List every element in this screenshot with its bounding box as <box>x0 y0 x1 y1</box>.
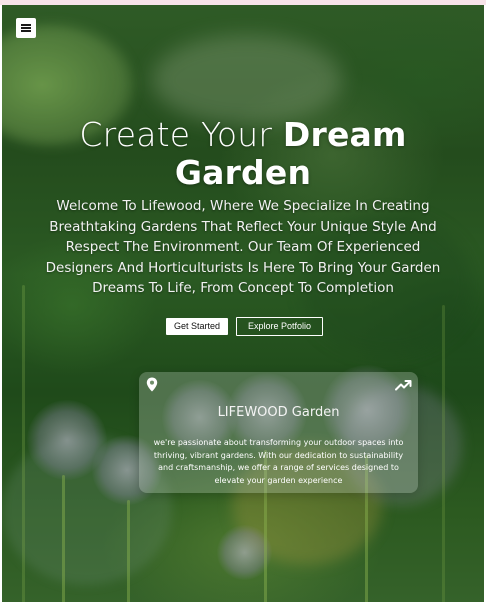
get-started-button[interactable]: Get Started <box>166 318 228 335</box>
hero-description: Welcome To Lifewood, Where We Specialize… <box>45 198 441 297</box>
info-card: LIFEWOOD Garden we're passionate about t… <box>139 372 418 493</box>
headline-light-text: Create Your <box>79 115 283 154</box>
trending-up-icon <box>395 380 412 391</box>
flower-stem <box>22 285 25 602</box>
card-description: we're passionate about transforming your… <box>153 438 404 485</box>
headline-bold-text: Dream <box>282 115 407 154</box>
hero-background <box>2 5 484 602</box>
card-title: LIFEWOOD Garden <box>217 405 340 420</box>
flower-stem <box>62 475 65 602</box>
hero-headline: Create Your Dream Garden <box>0 116 486 192</box>
explore-portfolio-button[interactable]: Explore Potfolio <box>236 317 323 336</box>
location-pin-icon <box>146 377 158 392</box>
flower-stem <box>442 305 445 602</box>
page: Create Your Dream Garden Welcome To Life… <box>0 0 486 602</box>
headline-bold-text-2: Garden <box>174 153 312 192</box>
flower-stem <box>127 500 130 602</box>
menu-icon-lines <box>21 24 31 32</box>
sky-glow <box>152 35 342 125</box>
hamburger-menu-icon[interactable] <box>16 18 36 38</box>
